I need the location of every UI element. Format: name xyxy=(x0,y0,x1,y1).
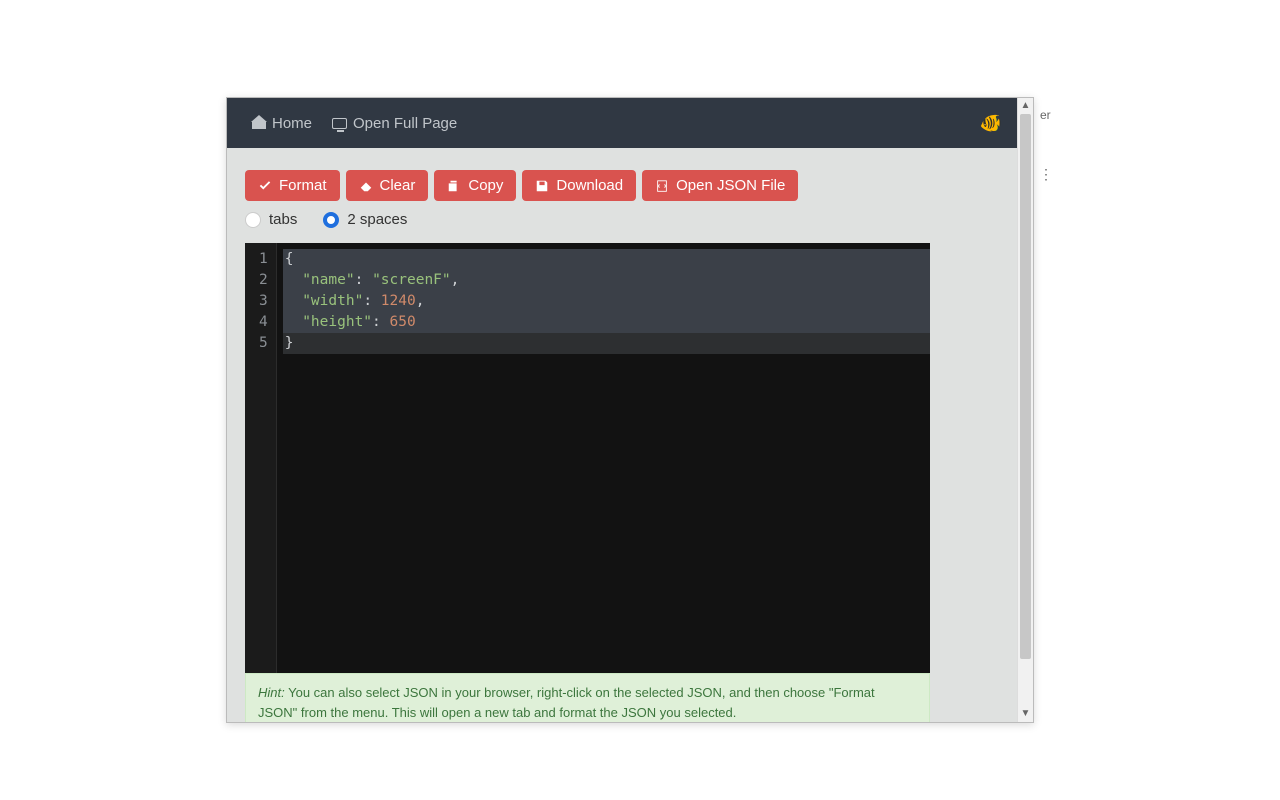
open-json-label: Open JSON File xyxy=(676,177,785,194)
navbar: Home Open Full Page 🐠 xyxy=(227,98,1017,148)
fish-icon[interactable]: 🐠 xyxy=(980,113,1002,134)
scroll-up-icon[interactable]: ▲ xyxy=(1018,98,1033,114)
line-number: 2 xyxy=(259,270,268,291)
toolbar: Format Clear Copy Download Open JSON Fil… xyxy=(245,170,999,201)
line-number: 1 xyxy=(259,249,268,270)
app-window: Home Open Full Page 🐠 Format Clear xyxy=(226,97,1034,723)
clear-button[interactable]: Clear xyxy=(346,170,429,201)
scroll-down-icon[interactable]: ▼ xyxy=(1018,706,1033,722)
monitor-icon xyxy=(332,118,347,129)
content-area: Format Clear Copy Download Open JSON Fil… xyxy=(227,148,1017,722)
line-number: 5 xyxy=(259,333,268,354)
hint-text: You can also select JSON in your browser… xyxy=(258,685,875,720)
home-icon xyxy=(252,117,266,129)
format-button[interactable]: Format xyxy=(245,170,340,201)
radio-spaces[interactable] xyxy=(323,212,339,228)
radio-tabs[interactable] xyxy=(245,212,261,228)
editor-gutter: 1 2 3 4 5 xyxy=(245,243,277,673)
eraser-icon xyxy=(359,179,373,193)
nav-open-full-label: Open Full Page xyxy=(353,115,457,132)
nav-open-full-link[interactable]: Open Full Page xyxy=(322,115,467,132)
stray-text: er xyxy=(1040,108,1051,122)
tabs-label: tabs xyxy=(269,211,297,228)
code-file-icon xyxy=(655,179,669,193)
save-icon xyxy=(535,179,549,193)
scrollbar-vertical[interactable]: ▲ ▼ xyxy=(1017,98,1033,722)
copy-icon xyxy=(447,179,461,193)
format-label: Format xyxy=(279,177,327,194)
line-number: 4 xyxy=(259,312,268,333)
download-label: Download xyxy=(556,177,623,194)
open-json-button[interactable]: Open JSON File xyxy=(642,170,798,201)
hint-box: Hint: You can also select JSON in your b… xyxy=(245,673,930,722)
nav-home-label: Home xyxy=(272,115,312,132)
json-editor[interactable]: 1 2 3 4 5 { "name": "screenF", "width": … xyxy=(245,243,930,673)
clear-label: Clear xyxy=(380,177,416,194)
spaces-label: 2 spaces xyxy=(347,211,407,228)
line-number: 3 xyxy=(259,291,268,312)
app-viewport: Home Open Full Page 🐠 Format Clear xyxy=(227,98,1017,722)
indent-options: tabs 2 spaces xyxy=(245,211,999,228)
hint-prefix: Hint: xyxy=(258,685,285,700)
scroll-thumb[interactable] xyxy=(1020,114,1031,659)
editor-code[interactable]: { "name": "screenF", "width": 1240, "hei… xyxy=(277,243,930,673)
check-icon xyxy=(258,179,272,193)
stray-dots: ⋮ xyxy=(1039,166,1055,183)
copy-button[interactable]: Copy xyxy=(434,170,516,201)
scroll-track[interactable] xyxy=(1020,114,1031,706)
nav-home-link[interactable]: Home xyxy=(242,115,322,132)
copy-label: Copy xyxy=(468,177,503,194)
download-button[interactable]: Download xyxy=(522,170,636,201)
